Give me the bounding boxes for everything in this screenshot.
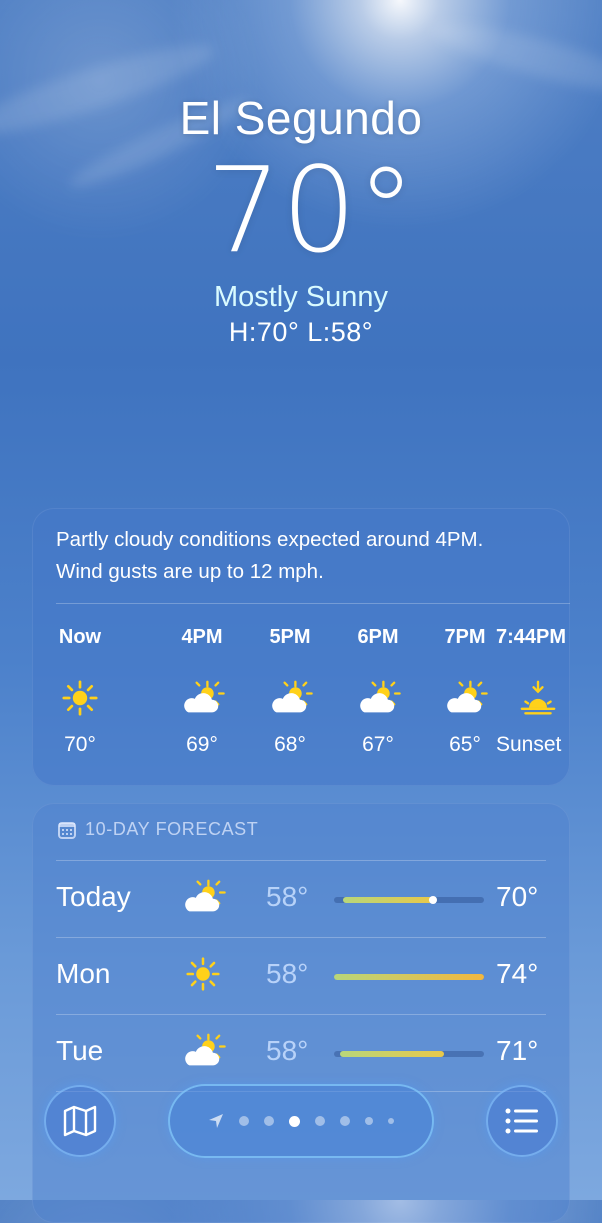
hour-label: 6PM: [357, 626, 399, 648]
forecast-row-tue[interactable]: Tue 58° 71°: [32, 1015, 570, 1091]
hour-item: 4PM 69°: [157, 622, 247, 760]
forecast-row-today[interactable]: Today 58° 70°: [32, 861, 570, 937]
city-name: El Segundo: [179, 92, 423, 144]
forecast-row-mon[interactable]: Mon 58° 74°: [32, 938, 570, 1014]
list-icon: [505, 1108, 538, 1134]
summary-line-2: Wind gusts are up to 12 mph.: [56, 560, 324, 583]
location-arrow-icon: [209, 1114, 223, 1128]
day-low: 58°: [266, 958, 309, 989]
calendar-icon: [58, 821, 76, 839]
partly-sunny-icon: [180, 877, 226, 917]
hour-label: Now: [58, 626, 102, 648]
summary-line-1: Partly cloudy conditions expected around…: [56, 528, 484, 551]
high-low-text: H:70° L:58°: [228, 317, 374, 347]
hour-item: 5PM 68°: [245, 622, 335, 760]
day-high: 71°: [496, 1035, 539, 1066]
sunset-icon: [496, 668, 570, 728]
sun-icon: [35, 668, 125, 728]
page-dot[interactable]: [388, 1118, 394, 1124]
condition-text: Mostly Sunny: [213, 281, 389, 313]
hour-temperature: 69°: [186, 733, 218, 756]
hour-temperature: 70°: [64, 733, 96, 756]
range-fill: [340, 1051, 444, 1057]
hourly-divider: [56, 603, 570, 604]
hour-temperature: 67°: [362, 733, 394, 756]
day-low: 58°: [266, 1035, 309, 1066]
temperature-range-bar: [334, 974, 484, 980]
map-icon: [63, 1105, 97, 1137]
day-name: Mon: [56, 958, 111, 989]
range-fill: [343, 897, 433, 903]
hourly-forecast-card[interactable]: Partly cloudy conditions expected around…: [32, 508, 570, 786]
temperature-range-bar: [334, 1051, 484, 1057]
day-name: Today: [56, 881, 131, 912]
partly-sunny-icon: [180, 1031, 226, 1071]
page-dot[interactable]: [340, 1116, 350, 1126]
current-temp-marker: [429, 896, 437, 904]
partly-sunny-icon: [245, 668, 335, 728]
temperature-range-bar: [334, 896, 484, 904]
day-high: 70°: [496, 881, 539, 912]
partly-sunny-icon: [157, 668, 247, 728]
page-dot[interactable]: [315, 1116, 325, 1126]
range-fill: [334, 974, 484, 980]
hour-item: 7:44PM Sunset: [496, 622, 570, 760]
partly-sunny-icon: [333, 668, 423, 728]
hourly-summary: Partly cloudy conditions expected around…: [56, 524, 556, 588]
hour-item: 6PM 67°: [333, 622, 423, 760]
sun-icon: [180, 954, 226, 994]
hour-item: Now 70°: [35, 622, 125, 760]
ten-day-title: 10-DAY FORECAST: [85, 819, 259, 839]
page-indicator[interactable]: [168, 1084, 434, 1158]
page-dot[interactable]: [365, 1117, 373, 1125]
current-temperature: 70°: [206, 141, 416, 279]
day-name: Tue: [56, 1035, 104, 1066]
ten-day-header: 10-DAY FORECAST: [58, 819, 258, 840]
page-dot[interactable]: [239, 1116, 249, 1126]
hour-label: 5PM: [269, 626, 311, 648]
hourly-scroller[interactable]: Now 70° 4PM 69° 5PM 68° 6PM 67° 7PM 65° …: [32, 622, 570, 782]
day-high: 74°: [496, 958, 539, 989]
day-low: 58°: [266, 881, 309, 912]
page-dot-active[interactable]: [289, 1115, 300, 1127]
hour-label: 7:44PM: [496, 626, 567, 648]
current-weather-header: El Segundo 70° Mostly Sunny H:70° L:58°: [0, 90, 602, 348]
page-dot[interactable]: [264, 1116, 274, 1126]
list-button[interactable]: [486, 1085, 558, 1157]
map-button[interactable]: [44, 1085, 116, 1157]
ten-day-forecast-card[interactable]: 10-DAY FORECAST Today 58° 70° Mon 58° 74…: [32, 803, 570, 1223]
hour-temperature: 68°: [274, 733, 306, 756]
hour-label: 4PM: [181, 626, 223, 648]
hour-temperature: Sunset: [496, 733, 562, 756]
